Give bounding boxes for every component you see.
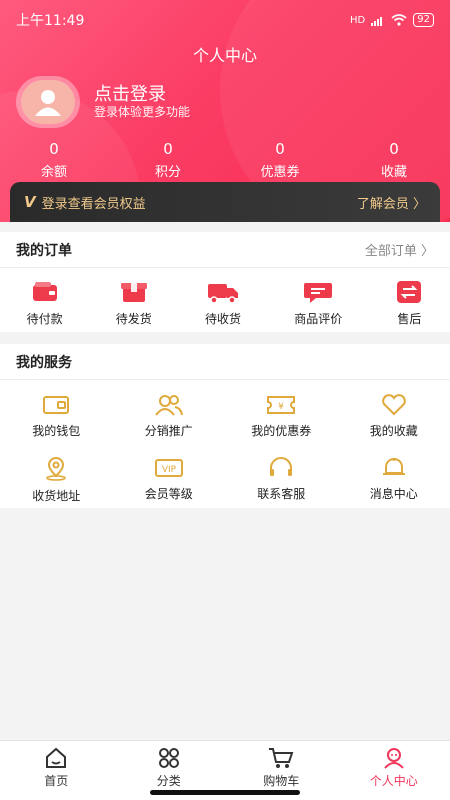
stat-label: 余额 <box>40 165 67 180</box>
service-customer-support[interactable]: 联系客服 <box>231 457 331 504</box>
order-pending-payment[interactable]: 待付款 <box>27 280 63 327</box>
member-more-link[interactable]: 了解会员 〉 <box>357 193 426 212</box>
wallet-icon <box>43 396 70 414</box>
cart-icon <box>269 748 294 768</box>
member-banner-text: 登录查看会员权益 <box>41 196 146 212</box>
stat-points[interactable]: 0 积分 <box>128 140 208 180</box>
service-favorites[interactable]: 我的收藏 <box>344 394 444 439</box>
service-label: 联系客服 <box>257 487 306 501</box>
order-label: 待收货 <box>205 312 242 326</box>
stat-label: 积分 <box>154 165 181 180</box>
bell-icon <box>382 458 405 475</box>
order-after-sales[interactable]: 售后 <box>395 280 423 327</box>
battery-indicator: 92 <box>413 13 434 27</box>
tab-home[interactable]: 首页 <box>0 741 113 800</box>
login-subtitle: 登录体验更多功能 <box>94 105 191 119</box>
location-icon <box>46 457 66 481</box>
service-label: 我的优惠券 <box>251 424 312 438</box>
headset-icon <box>270 457 293 476</box>
stat-value: 0 <box>275 140 285 158</box>
tab-label: 个人中心 <box>369 774 418 788</box>
vip-icon: VIP <box>154 459 183 477</box>
status-bar: 上午11:49 HD 92 <box>16 10 434 30</box>
service-label: 我的收藏 <box>369 424 418 438</box>
stat-label: 收藏 <box>380 165 407 180</box>
service-messages[interactable]: 消息中心 <box>344 457 444 504</box>
user-icon <box>384 748 404 769</box>
service-member-level[interactable]: VIP 会员等级 <box>119 457 219 504</box>
service-wallet[interactable]: 我的钱包 <box>6 394 106 439</box>
vip-mark-icon: V <box>24 193 36 211</box>
coupon-icon: ¥ <box>267 396 296 414</box>
stat-label: 优惠券 <box>260 165 300 180</box>
service-address[interactable]: 收货地址 <box>6 457 106 504</box>
order-pending-shipment[interactable]: 待发货 <box>116 280 152 327</box>
comment-icon <box>304 283 333 303</box>
service-label: 我的钱包 <box>32 424 81 438</box>
wallet-icon <box>32 282 57 301</box>
wifi-icon <box>391 14 407 26</box>
user-icon <box>35 90 61 116</box>
service-label: 分销推广 <box>144 424 193 438</box>
home-indicator <box>150 790 300 795</box>
service-label: 消息中心 <box>369 487 418 501</box>
member-banner[interactable]: V 登录查看会员权益 了解会员 〉 <box>10 182 440 222</box>
home-icon <box>46 747 67 768</box>
vip-text: VIP <box>162 465 177 475</box>
order-label: 待付款 <box>26 312 63 326</box>
package-icon <box>120 283 147 302</box>
order-label: 售后 <box>397 312 422 326</box>
order-label: 待发货 <box>115 312 152 326</box>
stat-favorites[interactable]: 0 收藏 <box>354 140 434 180</box>
tab-profile[interactable]: 个人中心 <box>338 741 450 800</box>
avatar[interactable] <box>16 76 80 128</box>
service-coupons[interactable]: ¥ 我的优惠券 <box>231 394 331 439</box>
service-affiliate[interactable]: 分销推广 <box>119 394 219 439</box>
truck-icon <box>208 284 238 304</box>
profile-header: 上午11:49 HD 92 个人中心 点击登录 登录体验更多功能 0 余额 0 … <box>0 0 450 222</box>
page-title: 个人中心 <box>192 46 257 65</box>
stat-coupons[interactable]: 0 优惠券 <box>240 140 320 180</box>
category-icon <box>158 748 179 768</box>
stat-value: 0 <box>49 140 59 158</box>
tab-label: 首页 <box>44 774 69 788</box>
service-label: 会员等级 <box>144 487 193 501</box>
stat-value: 0 <box>389 140 399 158</box>
stat-balance[interactable]: 0 余额 <box>14 140 94 180</box>
hd-badge: HD <box>350 14 366 26</box>
services-card: 我的服务 我的钱包 分销推广 ¥ 我的优惠券 我的收藏 收货地址 VIP 会员等… <box>0 344 450 508</box>
all-orders-link[interactable]: 全部订单 〉 <box>365 240 434 259</box>
status-time: 上午11:49 <box>16 13 85 29</box>
tab-label: 购物车 <box>263 774 300 788</box>
order-review[interactable]: 商品评价 <box>294 280 342 327</box>
order-pending-receipt[interactable]: 待收货 <box>205 280 241 327</box>
tab-label: 分类 <box>156 774 181 788</box>
service-label: 收货地址 <box>32 489 81 503</box>
svg-text:¥: ¥ <box>278 402 284 412</box>
exchange-icon <box>397 281 422 303</box>
services-title: 我的服务 <box>16 354 72 371</box>
orders-title: 我的订单 <box>16 242 72 259</box>
heart-icon <box>381 394 406 416</box>
signal-icon <box>371 16 383 26</box>
order-label: 商品评价 <box>294 312 343 326</box>
users-icon <box>154 395 183 416</box>
orders-card: 我的订单 全部订单 〉 待付款 待发货 待收货 商品评价 售后 <box>0 232 450 332</box>
stat-value: 0 <box>163 140 173 158</box>
